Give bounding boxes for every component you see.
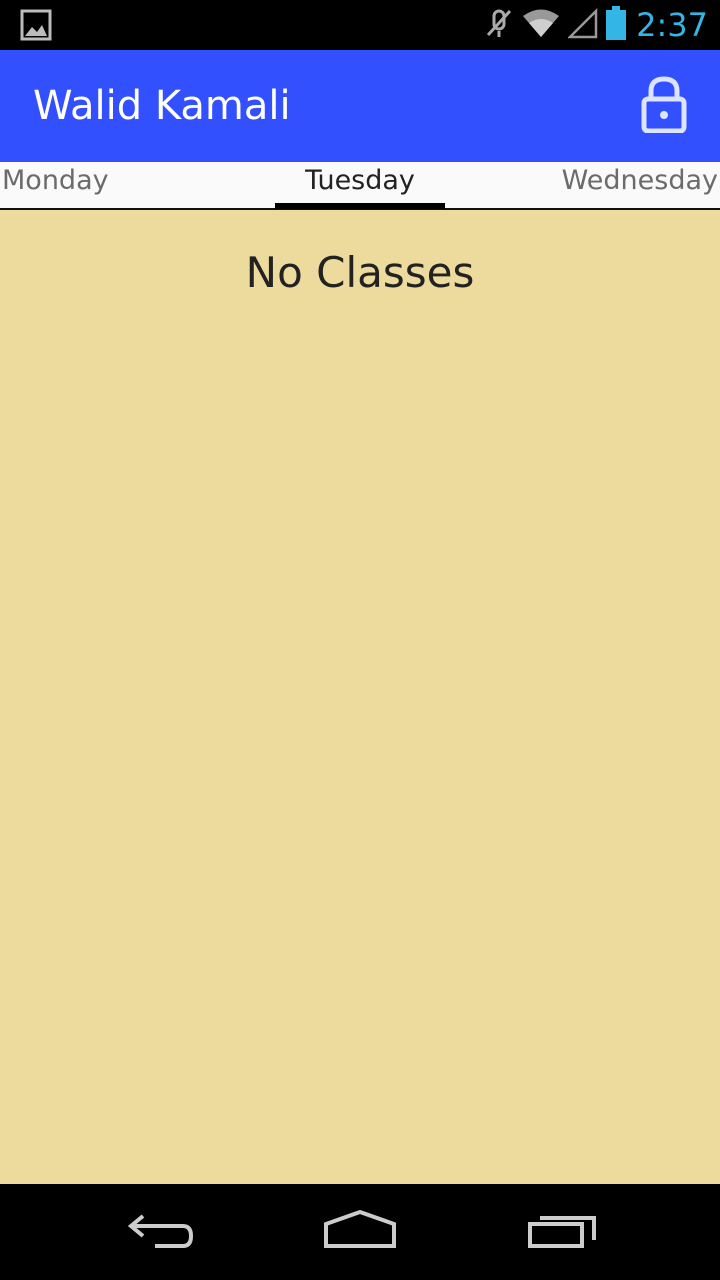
action-bar: Walid Kamali	[0, 50, 720, 162]
home-button[interactable]	[320, 1202, 400, 1262]
selected-tab-indicator	[275, 203, 445, 209]
signal-icon	[567, 7, 598, 44]
tab-wednesday[interactable]: Wednesday	[562, 162, 718, 208]
gallery-notification-icon	[20, 9, 52, 41]
tab-monday[interactable]: Monday	[2, 162, 109, 208]
lock-icon	[641, 75, 687, 138]
back-button[interactable]	[120, 1202, 200, 1262]
home-icon	[322, 1209, 398, 1255]
tab-tuesday[interactable]: Tuesday	[275, 162, 445, 208]
back-icon	[125, 1210, 195, 1255]
wifi-icon	[522, 7, 560, 44]
navigation-bar	[0, 1184, 720, 1280]
recents-icon	[526, 1210, 598, 1255]
mute-icon	[484, 7, 514, 44]
screen: 2:37 Walid Kamali Monday Tuesday Wednesd…	[0, 0, 720, 1280]
page-title: Walid Kamali	[33, 83, 291, 129]
recents-button[interactable]	[522, 1202, 602, 1262]
lock-button[interactable]	[630, 72, 698, 140]
status-icons: 2:37	[476, 0, 708, 50]
status-bar: 2:37	[0, 0, 720, 50]
status-time: 2:37	[636, 6, 708, 44]
schedule-content: No Classes	[0, 210, 720, 1184]
empty-state-message: No Classes	[245, 248, 475, 297]
battery-icon	[606, 5, 627, 45]
